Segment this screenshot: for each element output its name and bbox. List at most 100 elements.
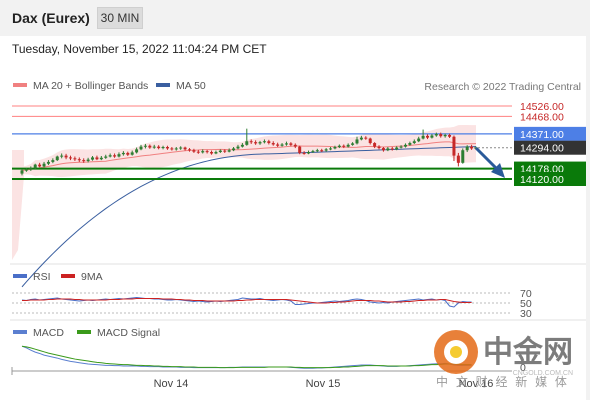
candle-body (42, 163, 46, 167)
candle-body (60, 155, 64, 157)
candle-body (280, 144, 284, 146)
candle-body (170, 148, 174, 150)
candle-body (187, 149, 191, 151)
candle-body (267, 141, 271, 144)
chart-svg: MA 20 + Bollinger Bands MA 50 Research © 2… (10, 80, 586, 390)
candle-body (417, 138, 421, 142)
candle-body (205, 151, 209, 153)
candle-body (426, 135, 430, 138)
candle-body (165, 146, 169, 149)
candle-body (126, 152, 130, 155)
candle-body (249, 141, 253, 143)
level-label-14120.00: 14120.00 (520, 174, 564, 186)
candle-body (227, 150, 231, 152)
candle-body (456, 155, 460, 163)
legend-macd-swatch (13, 330, 27, 334)
candle-body (77, 159, 81, 161)
rsi-line (21, 296, 472, 308)
candle-body (320, 150, 324, 152)
candle-body (95, 157, 99, 160)
legend-macd-signal: MACD Signal (97, 327, 160, 339)
candle-body (46, 161, 50, 164)
candle-body (298, 146, 302, 153)
candle-body (258, 142, 262, 144)
candle-body (91, 157, 95, 160)
legend-ma50: MA 50 (176, 80, 206, 92)
candle-body (412, 141, 416, 144)
candle-body (148, 145, 152, 148)
credit-text: Research © 2022 Trading Central (424, 81, 581, 93)
candle-body (439, 134, 443, 137)
legend-macd: MACD (33, 327, 64, 339)
candle-body (161, 146, 165, 149)
candle-body (135, 149, 139, 153)
candle-body (196, 151, 200, 153)
candle-body (452, 136, 456, 156)
rsi-tick-30: 30 (520, 308, 532, 320)
candle-body (64, 155, 68, 158)
candle-body (210, 152, 214, 154)
candle-body (421, 135, 425, 139)
candle-body (108, 155, 112, 157)
level-label-14468.00: 14468.00 (520, 111, 564, 123)
candle-body (223, 150, 227, 152)
candle-body (152, 146, 156, 148)
candle-body (408, 143, 412, 145)
candle-body (386, 148, 390, 151)
candle-body (271, 143, 275, 145)
candle-body (254, 142, 258, 144)
candle-body (395, 147, 399, 150)
x-tick-label: Nov 14 (154, 378, 189, 390)
candle-body (183, 147, 187, 150)
candle-body (68, 157, 72, 159)
legend-macd-signal-swatch (77, 330, 91, 334)
candle-body (276, 144, 280, 146)
candle-body (117, 154, 121, 157)
candle-body (236, 146, 240, 149)
candle-body (324, 149, 328, 151)
candle-body (104, 156, 108, 158)
legend-ma50-swatch (156, 83, 170, 87)
candle-body (403, 144, 407, 147)
candle-body (201, 151, 205, 153)
candle-body (192, 150, 196, 152)
candle-body (24, 169, 28, 171)
candle-body (390, 148, 394, 150)
candle-body (461, 150, 465, 163)
x-tick-label: Nov 15 (306, 378, 341, 390)
legend-rsi-9ma: 9MA (81, 271, 103, 283)
candle-body (33, 164, 37, 169)
candle-body (121, 152, 125, 155)
candle-body (465, 146, 469, 151)
candle-body (218, 150, 222, 153)
candle-body (29, 168, 33, 170)
candle-body (355, 139, 359, 144)
candle-body (55, 156, 59, 161)
candle-body (86, 159, 90, 162)
candle-body (139, 146, 143, 150)
candle-body (289, 143, 293, 145)
candle-body (157, 146, 161, 149)
candle-body (430, 135, 434, 138)
macd-line (21, 345, 472, 369)
candle-body (359, 137, 363, 140)
watermark: 中金网中 文 财 经 新 媒 体CNGOLD.COM.CN (434, 330, 573, 389)
legend-rsi: RSI (33, 271, 51, 283)
candle-body (232, 148, 236, 151)
candle-body (443, 134, 447, 137)
watermark-logo-core (450, 346, 462, 358)
candle-body (373, 143, 377, 147)
legend-ma20: MA 20 + Bollinger Bands (33, 80, 148, 92)
candle-body (82, 160, 86, 162)
candle-body (214, 152, 218, 154)
legend-ma20-swatch (13, 83, 27, 87)
candle-body (434, 134, 438, 136)
candle-body (399, 146, 403, 148)
candle-body (381, 148, 385, 151)
candle-body (51, 160, 55, 162)
candle-body (20, 170, 24, 174)
candle-body (470, 146, 474, 149)
candle-body (368, 138, 372, 144)
candle-body (329, 148, 333, 150)
candle-body (342, 145, 346, 147)
